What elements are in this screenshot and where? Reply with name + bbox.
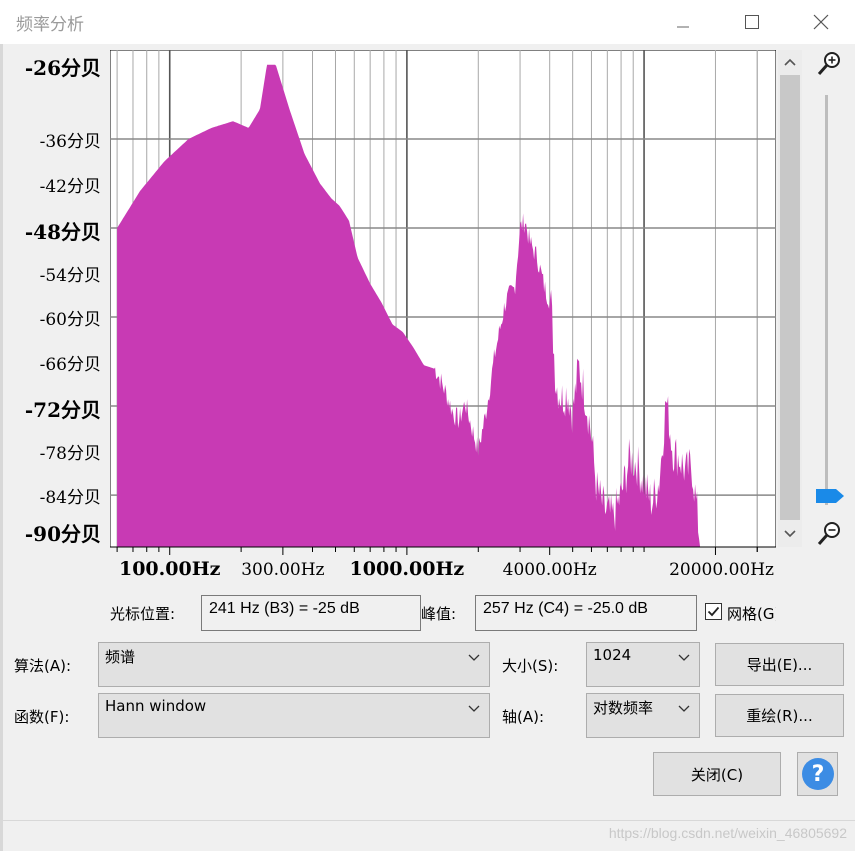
- size-value: 1024: [593, 646, 632, 664]
- function-label: 函数(F):: [14, 708, 70, 726]
- replot-button[interactable]: 重绘(R)...: [715, 694, 844, 737]
- scrollbar-thumb[interactable]: [780, 75, 800, 520]
- minimize-button[interactable]: [660, 0, 706, 44]
- chevron-up-icon: [784, 58, 796, 66]
- algorithm-select[interactable]: 频谱: [98, 642, 490, 687]
- help-glyph: ?: [811, 762, 824, 787]
- checkbox-icon: [705, 603, 722, 620]
- y-tick-label: -66分贝: [39, 354, 101, 375]
- algorithm-value: 频谱: [105, 648, 136, 666]
- scroll-down-arrow[interactable]: [778, 528, 802, 543]
- algorithm-label: 算法(A):: [14, 657, 72, 675]
- close-button[interactable]: 关闭(C): [653, 752, 781, 796]
- axis-label: 轴(A):: [502, 708, 545, 726]
- watermark: https://blog.csdn.net/weixin_46805692: [608, 825, 847, 841]
- y-tick-label: -60分贝: [39, 310, 101, 331]
- axis-select[interactable]: 对数频率: [586, 693, 700, 738]
- x-tick-label: 1000.00Hz: [350, 558, 465, 580]
- zoom-out-icon: [817, 522, 840, 545]
- minimize-icon: [677, 26, 689, 28]
- close-icon: [813, 14, 829, 30]
- status-bar-divider: [0, 820, 855, 821]
- cursor-position-readout: 241 Hz (B3) = -25 dB: [201, 595, 421, 631]
- help-button[interactable]: ?: [797, 752, 838, 796]
- peak-readout: 257 Hz (C4) = -25.0 dB: [475, 595, 697, 631]
- y-tick-label: -84分贝: [39, 488, 101, 509]
- grid-label: 网格(G): [727, 605, 776, 623]
- chevron-down-icon: [468, 705, 480, 712]
- close-window-button[interactable]: [798, 0, 844, 44]
- maximize-button[interactable]: [729, 0, 775, 44]
- size-label: 大小(S):: [502, 657, 559, 675]
- chevron-down-icon: [678, 705, 690, 712]
- function-value: Hann window: [105, 697, 207, 715]
- slider-thumb-icon: [816, 489, 844, 503]
- zoom-out-button[interactable]: [815, 520, 843, 552]
- x-axis: 100.00Hz 300.00Hz 1000.00Hz 4000.00Hz 20000.…: [110, 546, 776, 580]
- peak-label: 峰值:: [421, 605, 457, 623]
- x-tick-label: 300.00Hz: [241, 560, 324, 580]
- chevron-down-icon: [678, 654, 690, 661]
- y-tick-label: -42分贝: [39, 176, 101, 197]
- spectrum-graph[interactable]: [110, 50, 776, 547]
- y-axis-labels: -26分贝 -36分贝 -42分贝 -48分贝 -54分贝 -60分贝 -66分贝 -72分贝…: [0, 0, 101, 560]
- maximize-icon: [745, 15, 759, 29]
- y-tick-label: -90分贝: [24, 522, 101, 546]
- axis-value: 对数频率: [593, 699, 654, 717]
- zoom-slider-thumb[interactable]: [815, 487, 845, 509]
- cursor-position-label: 光标位置:: [110, 605, 176, 623]
- scroll-up-arrow[interactable]: [778, 56, 802, 71]
- chevron-down-icon: [784, 530, 796, 538]
- export-button[interactable]: 导出(E)...: [715, 643, 844, 686]
- x-tick-label: 4000.00Hz: [503, 560, 597, 580]
- grid-checkbox[interactable]: [705, 603, 723, 625]
- size-select[interactable]: 1024: [586, 642, 700, 687]
- x-tick-label: 100.00Hz: [119, 558, 221, 580]
- function-select[interactable]: Hann window: [98, 693, 490, 738]
- y-tick-label: -78分贝: [39, 443, 101, 464]
- chevron-down-icon: [468, 654, 480, 661]
- zoom-in-icon: [817, 52, 840, 75]
- y-tick-label: -36分贝: [39, 132, 101, 152]
- zoom-in-button[interactable]: [815, 50, 843, 82]
- y-tick-label: -54分贝: [39, 265, 101, 286]
- title-bar: [0, 0, 855, 44]
- y-tick-label: -72分贝: [24, 398, 101, 423]
- help-icon: ?: [801, 758, 834, 790]
- y-tick-label: -48分贝: [24, 220, 101, 245]
- x-tick-label: 20000.00Hz: [669, 560, 774, 580]
- zoom-slider-track[interactable]: [825, 95, 828, 505]
- y-tick-label: -26分贝: [24, 56, 101, 80]
